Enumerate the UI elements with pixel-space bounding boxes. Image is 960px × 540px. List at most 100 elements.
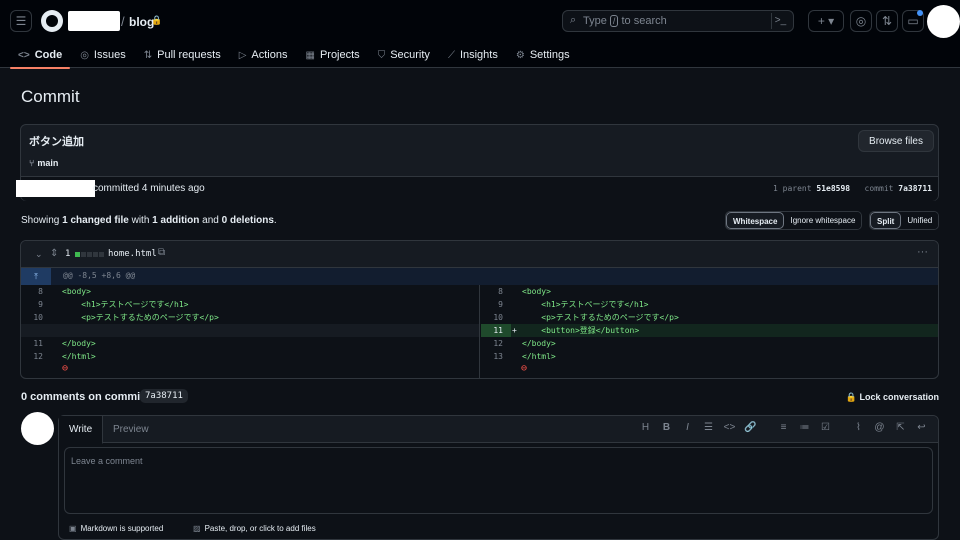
- file-name-link[interactable]: home.html: [108, 249, 157, 259]
- branch-link[interactable]: ⑂ main: [29, 158, 58, 168]
- gear-icon: ⚙: [515, 49, 525, 61]
- commit-parent-info: 1 parent 51e8598 commit 7a38711: [773, 184, 932, 193]
- github-logo-icon[interactable]: [41, 10, 63, 32]
- diff-line: 9 <h1>テストページです</h1>: [498, 300, 649, 309]
- bold-icon[interactable]: B: [656, 422, 677, 433]
- heading-icon[interactable]: H: [635, 422, 656, 433]
- owner-name-redacted[interactable]: [68, 11, 120, 31]
- markdown-icon: ▣: [69, 524, 77, 533]
- code-icon[interactable]: <>: [719, 422, 740, 433]
- file-header: ⌄ ⇕ 1 home.html ⧉ ···: [21, 241, 938, 268]
- reply-icon[interactable]: ↩: [911, 422, 932, 433]
- cross-reference-icon[interactable]: ⇱: [890, 422, 911, 433]
- lock-conversation-button[interactable]: 🔒 Lock conversation: [846, 392, 939, 403]
- copy-icon[interactable]: ⧉: [158, 247, 165, 258]
- command-palette-icon[interactable]: >_: [771, 13, 789, 29]
- graph-icon: ⟋: [447, 49, 455, 61]
- user-avatar[interactable]: [927, 5, 960, 38]
- change-count: 1: [65, 249, 71, 259]
- comment-textarea[interactable]: Leave a comment: [64, 447, 933, 514]
- diff-line-added: 11 + <button>登録</button>: [481, 324, 938, 337]
- tab-actions[interactable]: ▷ Actions: [231, 42, 296, 68]
- no-newline-icon: ⊖: [62, 363, 69, 374]
- diff-line: 9 <h1>テストページです</h1>: [38, 300, 189, 309]
- tab-pull-requests[interactable]: ⇅ Pull requests: [136, 42, 229, 68]
- diff-summary: Showing 1 changed file with 1 addition a…: [21, 215, 277, 226]
- unified-button[interactable]: Unified: [901, 212, 939, 229]
- tab-preview[interactable]: Preview: [103, 416, 159, 443]
- commit-sha-pill: 7a38711: [140, 389, 188, 403]
- committed-time: committed 4 minutes ago: [93, 183, 205, 194]
- layout-toggle: Split Unified: [869, 211, 940, 230]
- git-pull-request-icon: ⇅: [143, 49, 153, 61]
- git-pull-request-icon: ⇅: [881, 14, 893, 28]
- table-icon: ▦: [305, 49, 315, 61]
- pull-requests-button[interactable]: ⇅: [876, 10, 898, 32]
- tab-write[interactable]: Write: [59, 416, 104, 444]
- diffstat-bar: [75, 252, 104, 257]
- create-new-button[interactable]: + ▾: [808, 10, 844, 32]
- search-input[interactable]: ⌕ Type / to search >_: [562, 10, 794, 32]
- repo-nav: <> Code ◎ Issues ⇅ Pull requests ▷ Actions ▦…: [10, 42, 580, 69]
- chevron-down-icon[interactable]: ⌄: [35, 249, 43, 260]
- bulleted-list-icon[interactable]: ≔: [794, 422, 815, 433]
- attach-icon[interactable]: ⌇: [848, 422, 869, 433]
- markdown-supported-link[interactable]: ▣ Markdown is supported: [69, 524, 163, 533]
- task-list-icon[interactable]: ☑: [815, 422, 836, 433]
- tab-issues[interactable]: ◎ Issues: [72, 42, 134, 68]
- attach-files-button[interactable]: ▨ Paste, drop, or click to add files: [193, 524, 316, 533]
- tab-security[interactable]: ⛉ Security: [370, 42, 438, 68]
- mention-icon[interactable]: @: [869, 422, 890, 433]
- diff-line: 10 <p>テストするためのページです</p>: [493, 313, 679, 322]
- browse-files-button[interactable]: Browse files: [858, 130, 934, 152]
- numbered-list-icon[interactable]: ≡: [773, 422, 794, 433]
- expand-up-icon[interactable]: ⤒: [21, 268, 51, 285]
- diff-line: 13 </html>: [493, 352, 556, 361]
- tab-insights[interactable]: ⟋ Insights: [440, 42, 506, 68]
- no-newline-icon: ⊖: [521, 363, 528, 374]
- lock-icon: 🔒: [845, 392, 860, 402]
- expand-all-icon[interactable]: ⇕: [50, 248, 58, 259]
- italic-icon[interactable]: I: [677, 422, 698, 433]
- menu-button[interactable]: ☰: [10, 10, 32, 32]
- diff-line: 8 <body>: [38, 287, 91, 296]
- link-icon[interactable]: 🔗: [740, 422, 761, 433]
- kebab-menu-icon[interactable]: ···: [917, 246, 928, 258]
- search-icon: ⌕: [570, 14, 577, 26]
- app-header: ☰ / blog 🔒 ⌕ Type / to search >_ + ▾ ◎ ⇅…: [0, 0, 960, 69]
- comment-editor: Write Preview H B I ☰ <> 🔗 ≡ ≔ ☑ ⌇ @ ⇱ ↩…: [58, 415, 939, 540]
- ignore-whitespace-button[interactable]: Ignore whitespace: [784, 212, 862, 229]
- commenter-avatar: [21, 412, 54, 445]
- issue-opened-icon: ◎: [80, 49, 89, 61]
- comments-heading: 0 comments on commit: [21, 391, 144, 403]
- lock-icon: 🔒: [151, 15, 163, 25]
- diff-line: 12 </body>: [493, 339, 556, 348]
- code-icon: <>: [18, 49, 30, 61]
- comment-placeholder: Leave a comment: [71, 456, 143, 466]
- diff-line-empty: [21, 324, 479, 337]
- image-icon: ▨: [193, 524, 201, 533]
- inbox-icon: ▭: [907, 14, 919, 28]
- commit-message: ボタン追加: [29, 136, 84, 148]
- diff-right-pane: 8 <body> 9 <h1>テストページです</h1> 10 <p>テストするた…: [481, 285, 938, 378]
- markdown-toolbar: H B I ☰ <> 🔗 ≡ ≔ ☑ ⌇ @ ⇱ ↩: [635, 422, 932, 433]
- whitespace-button[interactable]: Whitespace: [726, 212, 785, 229]
- page-title: Commit: [21, 87, 80, 106]
- author-redacted[interactable]: [16, 180, 95, 197]
- tab-projects[interactable]: ▦ Projects: [297, 42, 367, 68]
- diff-line: 12 </html>: [33, 352, 96, 361]
- hunk-header: ⤒ @@ -8,5 +8,6 @@: [21, 268, 938, 285]
- hamburger-icon: ☰: [15, 14, 27, 28]
- diff-left-pane: 8 <body> 9 <h1>テストページです</h1> 10 <p>テストするた…: [21, 285, 480, 378]
- quote-icon[interactable]: ☰: [698, 422, 719, 433]
- breadcrumb-separator: /: [121, 14, 125, 29]
- tab-settings[interactable]: ⚙ Settings: [508, 42, 578, 68]
- split-button[interactable]: Split: [870, 212, 902, 229]
- shield-icon: ⛉: [377, 49, 386, 61]
- tab-code[interactable]: <> Code: [10, 42, 71, 69]
- plus-icon: + ▾: [817, 14, 835, 28]
- notification-indicator: [917, 10, 923, 16]
- parent-sha-link[interactable]: 51e8598: [816, 184, 850, 193]
- issues-button[interactable]: ◎: [850, 10, 872, 32]
- editor-tabs: Write Preview H B I ☰ <> 🔗 ≡ ≔ ☑ ⌇ @ ⇱ ↩: [59, 416, 938, 444]
